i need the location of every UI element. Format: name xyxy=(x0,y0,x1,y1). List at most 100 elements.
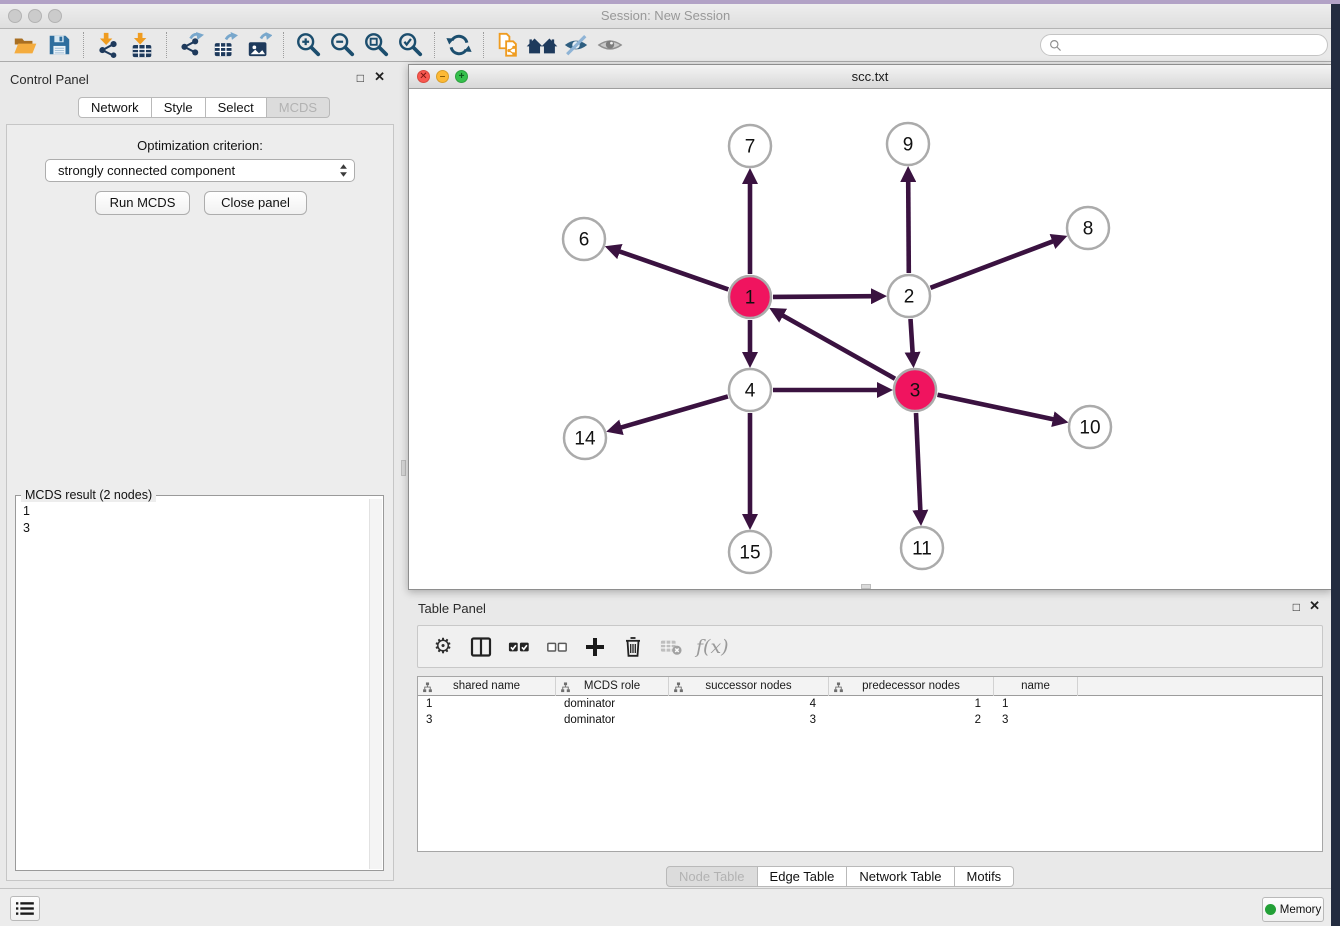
network-file-icon[interactable] xyxy=(491,30,525,60)
refresh-icon[interactable] xyxy=(442,30,476,60)
graph-edge-3-1[interactable] xyxy=(781,315,895,379)
graph-node-3[interactable]: 3 xyxy=(894,369,936,411)
column-header-name[interactable]: name xyxy=(994,677,1078,696)
import-network-icon[interactable] xyxy=(91,30,125,60)
close-panel-button[interactable]: Close panel xyxy=(204,191,307,215)
graph-node-9[interactable]: 9 xyxy=(887,123,929,165)
run-mcds-button[interactable]: Run MCDS xyxy=(95,191,190,215)
table-cell[interactable]: 1 xyxy=(418,696,556,712)
open-folder-icon[interactable] xyxy=(8,30,42,60)
optimization-criterion-select[interactable]: strongly connected component xyxy=(45,159,355,182)
zoom-selected-icon[interactable] xyxy=(393,30,427,60)
tab-motifs[interactable]: Motifs xyxy=(955,866,1015,887)
table-cell[interactable]: 2 xyxy=(829,712,994,728)
column-header-predecessor-nodes[interactable]: predecessor nodes xyxy=(829,677,994,696)
mcds-result-node: 3 xyxy=(23,520,363,537)
hide-eye-icon[interactable] xyxy=(559,30,593,60)
svg-text:3: 3 xyxy=(910,381,921,402)
network-window: ✕ – + scc.txt 7 9 6 8 1 2 4 3 14 10 15 11 xyxy=(408,64,1332,590)
export-table-icon[interactable] xyxy=(208,30,242,60)
tab-edge-table[interactable]: Edge Table xyxy=(758,866,848,887)
graph-node-14[interactable]: 14 xyxy=(564,417,606,459)
control-panel-tabs: NetworkStyleSelectMCDS xyxy=(78,97,330,118)
graph-node-8[interactable]: 8 xyxy=(1067,207,1109,249)
graph-edge-1-2[interactable] xyxy=(773,296,873,297)
node-table: shared nameMCDS rolesuccessor nodesprede… xyxy=(417,676,1323,852)
close-table-panel-icon[interactable]: ✕ xyxy=(1309,600,1320,612)
splitter-grip[interactable] xyxy=(401,460,406,476)
graph-node-11[interactable]: 11 xyxy=(901,527,943,569)
stepper-icon xyxy=(339,163,348,178)
table-cell[interactable]: dominator xyxy=(556,696,669,712)
tab-node-table[interactable]: Node Table xyxy=(666,866,758,887)
graph-edge-3-10[interactable] xyxy=(938,395,1055,420)
unselect-all-icon[interactable] xyxy=(544,632,570,662)
tab-style[interactable]: Style xyxy=(152,97,206,118)
toolbar-separator xyxy=(166,32,167,58)
gear-icon[interactable]: ⚙ xyxy=(430,632,456,662)
home-network-icon[interactable] xyxy=(525,30,559,60)
result-scrollbar[interactable] xyxy=(369,499,382,869)
tab-mcds[interactable]: MCDS xyxy=(267,97,330,118)
column-header-mcds-role[interactable]: MCDS role xyxy=(556,677,669,696)
svg-text:4: 4 xyxy=(745,381,756,402)
svg-text:11: 11 xyxy=(912,539,932,560)
graph-node-4[interactable]: 4 xyxy=(729,369,771,411)
panel-splitter[interactable] xyxy=(400,62,408,888)
import-table-icon[interactable] xyxy=(125,30,159,60)
float-table-panel-icon[interactable]: □ xyxy=(1293,601,1300,613)
column-header-successor-nodes[interactable]: successor nodes xyxy=(669,677,829,696)
tab-select[interactable]: Select xyxy=(206,97,267,118)
graph-node-10[interactable]: 10 xyxy=(1069,406,1111,448)
graph-node-15[interactable]: 15 xyxy=(729,531,771,573)
network-window-titlebar[interactable]: ✕ – + scc.txt xyxy=(409,65,1331,89)
column-header-shared-name[interactable]: shared name xyxy=(418,677,556,696)
tab-network[interactable]: Network xyxy=(78,97,152,118)
mcds-panel: Optimization criterion: strongly connect… xyxy=(6,124,394,881)
memory-label: Memory xyxy=(1280,904,1322,916)
delete-table-icon xyxy=(658,632,684,662)
table-panel: Table Panel □ ✕ ⚙f(x) shared nameMCDS ro… xyxy=(408,592,1332,888)
delete-column-icon[interactable] xyxy=(620,632,646,662)
graph-edge-2-8[interactable] xyxy=(931,241,1055,288)
mcds-result-node: 1 xyxy=(23,503,363,520)
graph-edge-4-14[interactable] xyxy=(620,396,728,428)
zoom-in-icon[interactable] xyxy=(291,30,325,60)
table-cell[interactable]: 4 xyxy=(669,696,829,712)
table-cell[interactable]: 1 xyxy=(829,696,994,712)
search-input[interactable] xyxy=(1067,38,1319,52)
graph-node-1[interactable]: 1 xyxy=(729,276,771,318)
table-cell[interactable]: 1 xyxy=(994,696,1078,712)
column-function-icon xyxy=(833,681,844,692)
close-panel-icon[interactable]: ✕ xyxy=(374,71,385,83)
column-browser-icon[interactable] xyxy=(468,632,494,662)
graph-node-2[interactable]: 2 xyxy=(888,275,930,317)
task-history-button[interactable] xyxy=(10,896,40,921)
graph-edge-2-9[interactable] xyxy=(908,180,909,273)
select-all-icon[interactable] xyxy=(506,632,532,662)
memory-button[interactable]: Memory xyxy=(1262,897,1324,922)
tab-network-table[interactable]: Network Table xyxy=(847,866,954,887)
float-panel-icon[interactable]: □ xyxy=(357,72,364,84)
graph-edge-2-3[interactable] xyxy=(911,319,913,354)
table-row[interactable]: 3dominator323 xyxy=(418,712,1322,728)
network-canvas[interactable]: 7 9 6 8 1 2 4 3 14 10 15 11 xyxy=(409,89,1331,594)
graph-node-7[interactable]: 7 xyxy=(729,125,771,167)
export-image-icon[interactable] xyxy=(242,30,276,60)
graph-svg[interactable]: 7 9 6 8 1 2 4 3 14 10 15 11 xyxy=(409,89,1331,589)
save-icon[interactable] xyxy=(42,30,76,60)
graph-edge-3-11[interactable] xyxy=(916,413,920,512)
table-cell[interactable]: dominator xyxy=(556,712,669,728)
table-cell[interactable]: 3 xyxy=(418,712,556,728)
zoom-out-icon[interactable] xyxy=(325,30,359,60)
table-cell[interactable]: 3 xyxy=(994,712,1078,728)
export-network-icon[interactable] xyxy=(174,30,208,60)
table-cell[interactable]: 3 xyxy=(669,712,829,728)
table-row[interactable]: 1dominator411 xyxy=(418,696,1322,712)
window-resize-handle[interactable] xyxy=(861,584,871,589)
add-column-icon[interactable] xyxy=(582,632,608,662)
graph-node-6[interactable]: 6 xyxy=(563,218,605,260)
zoom-fit-icon[interactable] xyxy=(359,30,393,60)
show-eye-icon[interactable] xyxy=(593,30,627,60)
graph-edge-1-6[interactable] xyxy=(618,251,728,290)
